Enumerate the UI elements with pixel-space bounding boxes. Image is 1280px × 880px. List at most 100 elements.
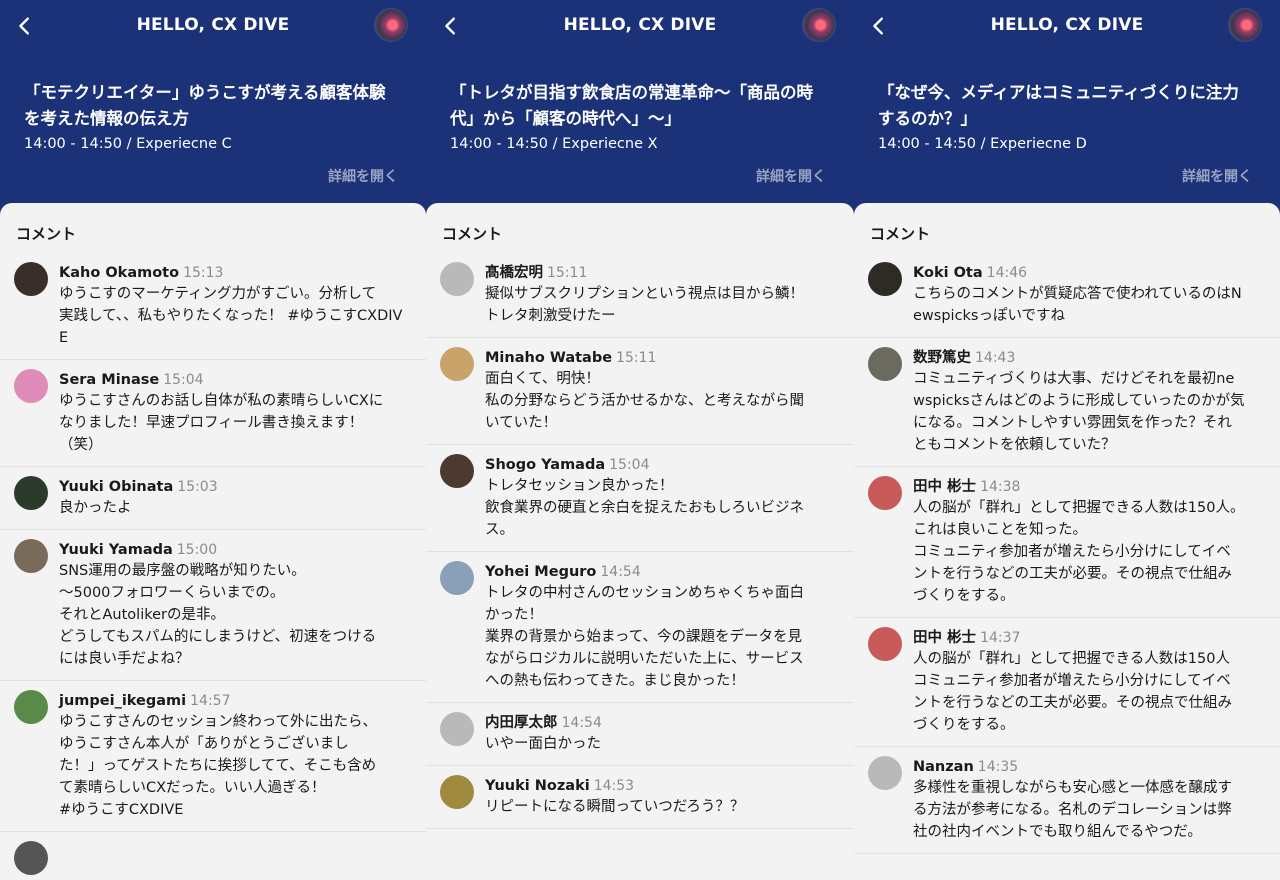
comment-text: トレタセッション良かった！ 飲食業界の硬直と余白を捉えたおもしろいビジネ ス。 [485,478,804,538]
comment-author[interactable]: Koki Ota [913,265,983,281]
commenter-avatar[interactable] [440,262,474,296]
commenter-avatar[interactable] [14,841,48,875]
comment-text: こちらのコメントが質疑応答で使われているのはN ewspicksっぽいですね [913,286,1242,324]
comment-author[interactable]: jumpei_ikegami [59,693,186,709]
user-avatar[interactable] [1228,8,1262,42]
comment-body [59,840,410,875]
commenter-avatar[interactable] [14,262,48,296]
comment-time: 14:43 [975,350,1016,366]
open-details-button[interactable]: 詳細を開く [1182,166,1252,186]
comment-header: 田中 彬士 14:37 [913,626,1264,648]
comment-author[interactable]: Nanzan [913,759,974,775]
session-title: 「モテクリエイター」ゆうこすが考える顧客体験を考えた情報の伝え方 [24,83,386,128]
user-avatar[interactable] [374,8,408,42]
commenter-avatar[interactable] [868,627,902,661]
commenter-avatar[interactable] [440,775,474,809]
comment-author[interactable]: Yohei Meguro [485,564,596,580]
comment-time: 15:13 [183,265,224,281]
comment-body: Nanzan 14:35 多様性を重視しながらも安心感と一体感を醸成す る方法が参… [913,755,1264,843]
comment-author[interactable]: Sera Minase [59,372,159,388]
comment-item: 田中 彬士 14:38 人の脳が「群れ」として把握できる人数は150人。 これは良… [854,467,1280,618]
open-details-button[interactable]: 詳細を開く [756,166,826,186]
comment-author[interactable]: 数野篤史 [913,350,971,366]
comment-body: Yohei Meguro 14:54 トレタの中村さんのセッションめちゃくちゃ面白… [485,560,838,692]
comment-author[interactable]: 田中 彬士 [913,630,976,646]
comment-text: いやー面白かった [485,736,601,752]
comment-item: 数野篤史 14:43 コミュニティづくりは大事、だけどそれを最初ne wspick… [854,338,1280,467]
comment-item: Yohei Meguro 14:54 トレタの中村さんのセッションめちゃくちゃ面白… [426,552,854,703]
comment-item: Minaho Watabe 15:11 面白くて、明快！ 私の分野ならどう活かせる… [426,338,854,445]
session-header: HELLO, CX DIVE 「トレタが目指す飲食店の常連革命〜「商品の時代」か… [426,0,854,220]
comment-author[interactable]: Yuuki Nozaki [485,778,590,794]
comment-body: Minaho Watabe 15:11 面白くて、明快！ 私の分野ならどう活かせる… [485,346,838,434]
comment-header: jumpei_ikegami 14:57 [59,689,410,711]
comment-item [0,832,426,880]
comment-time: 14:35 [977,759,1019,775]
comment-author[interactable]: 田中 彬士 [913,479,976,495]
comment-time: 15:04 [609,457,650,473]
comment-author[interactable]: Yuuki Obinata [59,479,173,495]
top-bar: HELLO, CX DIVE [426,0,854,52]
comments-heading: コメント [16,225,77,243]
comment-text: 良かったよ [59,500,132,516]
top-bar: HELLO, CX DIVE [0,0,426,52]
comment-item: 田中 彬士 14:37 人の脳が「群れ」として把握できる人数は150人 コミュニテ… [854,618,1280,747]
comment-author[interactable]: 内田厚太郎 [485,715,558,731]
open-details-button[interactable]: 詳細を開く [328,166,398,186]
comment-time: 14:54 [600,564,641,580]
comment-item: Koki Ota 14:46 こちらのコメントが質疑応答で使われているのはN ew… [854,253,1280,338]
comment-header [59,840,410,862]
comment-text: 人の脳が「群れ」として把握できる人数は150人 コミュニティ参加者が増えたら小分… [913,651,1232,733]
commenter-avatar[interactable] [440,712,474,746]
comment-time: 15:04 [163,372,204,388]
comment-header: Koki Ota 14:46 [913,261,1264,283]
comment-text: ゆうこすさんのお話し自体が私の素晴らしいCXに なりました！早速プロフィール書き… [59,393,384,453]
comment-body: Kaho Okamoto 15:13 ゆうこすのマーケティング力がすごい。分析して… [59,261,410,349]
comment-item: Shogo Yamada 15:04 トレタセッション良かった！ 飲食業界の硬直と… [426,445,854,552]
comment-text: 多様性を重視しながらも安心感と一体感を醸成す る方法が参考になる。名札のデコレー… [913,780,1232,840]
commenter-avatar[interactable] [440,454,474,488]
comments-sheet: コメント Kaho Okamoto 15:13 ゆうこすのマーケティング力がすごい… [0,203,426,880]
comment-time: 14:53 [593,778,635,794]
comment-author[interactable]: Shogo Yamada [485,457,605,473]
comment-time: 15:11 [616,350,657,366]
session-screen: HELLO, CX DIVE 「モテクリエイター」ゆうこすが考える顧客体験を考え… [0,0,426,880]
comment-body: 田中 彬士 14:37 人の脳が「群れ」として把握できる人数は150人 コミュニテ… [913,626,1264,736]
commenter-avatar[interactable] [868,756,902,790]
comment-text: 人の脳が「群れ」として把握できる人数は150人。 これは良いことを知った。 コミ… [913,500,1245,604]
comment-author[interactable]: Yuuki Yamada [59,542,173,558]
session-title: 「なぜ今、メディアはコミュニティづくりに注力するのか？」 [878,83,1239,128]
comment-list[interactable]: Kaho Okamoto 15:13 ゆうこすのマーケティング力がすごい。分析して… [0,253,426,880]
comment-time: 15:11 [547,265,588,281]
commenter-avatar[interactable] [14,690,48,724]
commenter-avatar[interactable] [868,262,902,296]
comment-body: Shogo Yamada 15:04 トレタセッション良かった！ 飲食業界の硬直と… [485,453,838,541]
commenter-avatar[interactable] [14,539,48,573]
comment-item: Yuuki Nozaki 14:53 リピートになる瞬間っていつだろう？？ [426,766,854,829]
commenter-avatar[interactable] [440,561,474,595]
commenter-avatar[interactable] [14,476,48,510]
comment-text: 擬似サブスクリプションという視点は目から鱗！ トレタ刺激受けたー [485,286,804,324]
comment-header: 数野篤史 14:43 [913,346,1264,368]
comments-heading: コメント [870,225,931,243]
comment-time: 14:37 [980,630,1021,646]
session-header: HELLO, CX DIVE 「なぜ今、メディアはコミュニティづくりに注力するの… [854,0,1280,220]
comment-author[interactable]: Minaho Watabe [485,350,612,366]
session-screen: HELLO, CX DIVE 「なぜ今、メディアはコミュニティづくりに注力するの… [854,0,1280,880]
user-avatar[interactable] [802,8,836,42]
comment-text: コミュニティづくりは大事、だけどそれを最初ne wspicksさんはどのように形… [913,371,1245,453]
commenter-avatar[interactable] [868,476,902,510]
commenter-avatar[interactable] [14,369,48,403]
comment-header: Kaho Okamoto 15:13 [59,261,410,283]
session-meta: 14:00 - 14:50 / Experiecne D [878,136,1087,152]
comments-sheet: コメント 髙橋宏明 15:11 擬似サブスクリプションという視点は目から鱗！ トレ… [426,203,854,880]
app-title: HELLO, CX DIVE [563,15,717,35]
comment-header: Sera Minase 15:04 [59,368,410,390]
comment-list[interactable]: Koki Ota 14:46 こちらのコメントが質疑応答で使われているのはN ew… [854,253,1280,880]
commenter-avatar[interactable] [440,347,474,381]
comment-list[interactable]: 髙橋宏明 15:11 擬似サブスクリプションという視点は目から鱗！ トレタ刺激受け… [426,253,854,880]
comment-author[interactable]: Kaho Okamoto [59,265,179,281]
commenter-avatar[interactable] [868,347,902,381]
session-screen: HELLO, CX DIVE 「トレタが目指す飲食店の常連革命〜「商品の時代」か… [426,0,854,880]
comment-author[interactable]: 髙橋宏明 [485,265,543,281]
